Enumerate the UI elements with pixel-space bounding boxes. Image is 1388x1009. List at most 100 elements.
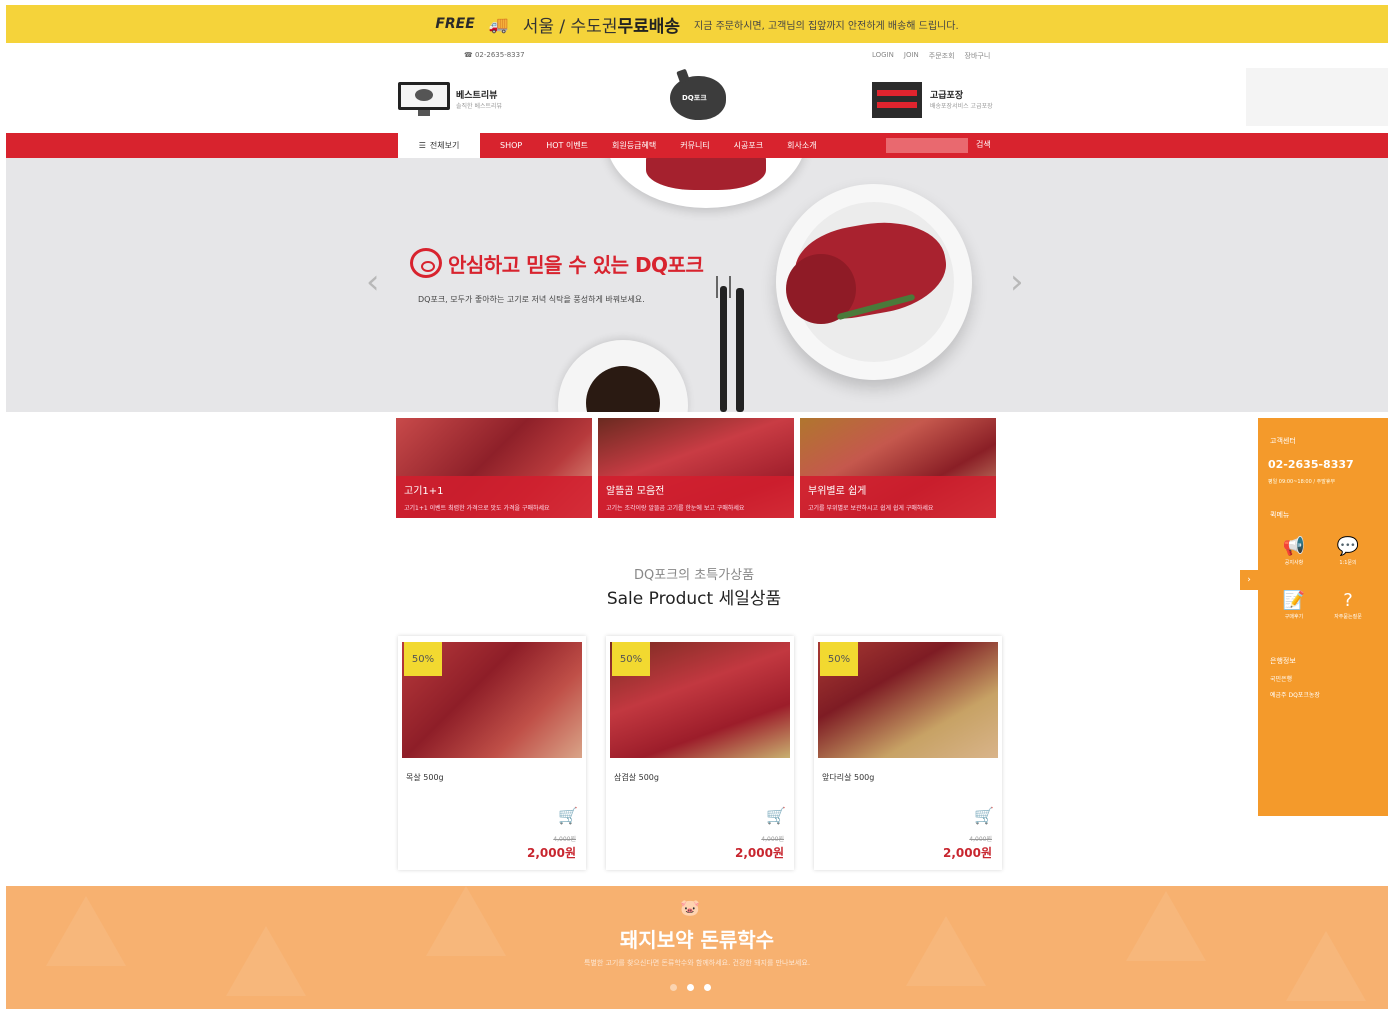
- slider-dot[interactable]: [704, 984, 711, 991]
- hero-title-wrap: 안심하고 믿을 수 있는 DQ포크: [410, 248, 704, 278]
- faq-button[interactable]: ? 자주묻는질문: [1322, 590, 1374, 630]
- meat-icon: [415, 89, 433, 101]
- free-shipping-banner: FREE 🚚 서울 / 수도권무료배송 지금 주문하시면, 고객님의 집앞까지 …: [6, 5, 1388, 43]
- coffee: [586, 366, 660, 412]
- sale-price: 2,000원: [943, 846, 992, 860]
- area-prefix: 서울 / 수도권: [522, 16, 618, 37]
- fork-image: [720, 286, 727, 412]
- bottom-banner: 🐷 돼지보약 돈류학수 특별한 고기를 찾으신다면 돈류학수와 함께하세요. 건…: [6, 886, 1388, 1009]
- product-card[interactable]: 50% 삼겹살 500g 🛒 4,000원 2,000원: [606, 636, 794, 870]
- search-input[interactable]: [886, 138, 968, 153]
- category-desc: 고기1+1 이벤트 최렴한 가격으로 맛도 가격을 구매하세요: [404, 505, 550, 512]
- all-menu-button[interactable]: ☰ 전체보기: [398, 133, 480, 158]
- product-name[interactable]: 목살 500g: [406, 772, 444, 783]
- category-title: 알뜰곰 모음전: [606, 486, 665, 497]
- sale-price: 2,000원: [735, 846, 784, 860]
- slider-dot[interactable]: [687, 984, 694, 991]
- coffee-cup-image: [558, 340, 688, 412]
- shipping-area: 서울 / 수도권무료배송: [523, 12, 680, 37]
- category-tile[interactable]: 고기1+1 고기1+1 이벤트 최렴한 가격으로 맛도 가격을 구매하세요: [396, 418, 592, 518]
- plate-image: [606, 158, 806, 208]
- cart-link[interactable]: 장바구니: [965, 51, 991, 61]
- cs-phone: 02-2635-8337: [1268, 458, 1354, 471]
- quick-sidebar: 고객센터 02-2635-8337 평일 09:00~18:00 / 주말휴무 …: [1258, 418, 1388, 816]
- nav-items: SHOP HOT 이벤트 회원등급혜택 커뮤니티 시공포크 회사소개: [500, 133, 817, 158]
- hero-title: 안심하고 믿을 수 있는 DQ포크: [448, 252, 704, 277]
- slider-next-icon[interactable]: ›: [1010, 262, 1024, 302]
- chat-icon: 💬: [1336, 536, 1360, 557]
- notice-button[interactable]: 📢 공지사항: [1268, 536, 1320, 576]
- login-link[interactable]: LOGIN: [872, 51, 894, 61]
- pig-icon: [410, 248, 442, 278]
- cart-icon[interactable]: 🛒: [766, 806, 786, 825]
- utility-bar: ☎ 02-2635-8337 LOGIN JOIN 주문조회 장바구니: [6, 45, 1388, 67]
- category-overlay: 알뜰곰 모음전 고기는 조각이랑 알뜰곰 고기를 한눈에 보고 구매하세요: [598, 476, 794, 518]
- sidebar-toggle[interactable]: ›: [1240, 570, 1258, 590]
- cart-icon[interactable]: 🛒: [558, 806, 578, 825]
- inquiry-label: 1:1문의: [1339, 560, 1357, 566]
- quick-label: 퀵메뉴: [1270, 511, 1290, 519]
- sale-subtitle: DQ포크의 초특가상품: [633, 568, 755, 583]
- order-lookup-link[interactable]: 주문조회: [929, 51, 955, 61]
- category-tile[interactable]: 부위별로 쉽게 고기를 부위별로 보관하시고 쉽게 쉽게 구매하세요: [800, 418, 996, 518]
- hamburger-icon: ☰: [418, 141, 426, 150]
- slider-dots: [670, 984, 711, 991]
- category-title: 부위별로 쉽게: [808, 486, 867, 497]
- promo-stripe: [877, 102, 917, 108]
- nav-item-hot-event[interactable]: HOT 이벤트: [546, 140, 588, 151]
- nav-item-community[interactable]: 커뮤니티: [680, 140, 709, 151]
- truck-icon: 🚚: [488, 14, 509, 34]
- premium-pack-icon[interactable]: [872, 82, 922, 118]
- plate-image: [776, 184, 972, 380]
- slider-prev-icon[interactable]: ‹: [366, 262, 380, 302]
- discount-badge: 50%: [820, 642, 858, 676]
- hero-subtitle: DQ포크, 모두가 좋아하는 고기로 저녁 식탁을 풍성하게 바꿔보세요.: [418, 295, 645, 304]
- cs-label: 고객센터: [1270, 437, 1296, 445]
- sale-title: Sale Product 세일상품: [606, 589, 782, 609]
- review-button[interactable]: 📝 구매후기: [1268, 590, 1320, 630]
- inquiry-button[interactable]: 💬 1:1문의: [1322, 536, 1374, 576]
- free-label: FREE: [435, 16, 475, 32]
- slider-dot[interactable]: [670, 984, 677, 991]
- search-button[interactable]: 검색: [976, 139, 991, 150]
- nav-item-about[interactable]: 회사소개: [787, 140, 816, 151]
- best-review-title[interactable]: 베스트리뷰: [456, 88, 497, 101]
- join-link[interactable]: JOIN: [904, 51, 919, 61]
- bottom-title: 돼지보약 돈류학수: [619, 928, 775, 952]
- product-card[interactable]: 50% 앞다리살 500g 🛒 4,000원 2,000원: [814, 636, 1002, 870]
- main-nav: ☰ 전체보기 SHOP HOT 이벤트 회원등급혜택 커뮤니티 시공포크 회사소…: [6, 133, 1388, 158]
- premium-title[interactable]: 고급포장: [930, 88, 963, 101]
- nav-item-membership[interactable]: 회원등급혜택: [612, 140, 656, 151]
- bank-name: 국민은행: [1270, 676, 1293, 683]
- original-price: 4,000원: [761, 836, 784, 843]
- hero-banner: 안심하고 믿을 수 있는 DQ포크 DQ포크, 모두가 좋아하는 고기로 저녁 …: [6, 158, 1388, 412]
- category-desc: 고기를 부위별로 보관하시고 쉽게 쉽게 구매하세요: [808, 505, 934, 512]
- knife-image: [736, 288, 744, 412]
- util-links: LOGIN JOIN 주문조회 장바구니: [872, 51, 990, 61]
- sale-price: 2,000원: [527, 846, 576, 860]
- best-review-sub: 솔직한 베스트리뷰: [456, 103, 503, 110]
- bottom-subtitle: 특별한 고기를 찾으신다면 돈류학수와 함께하세요. 건강한 돼지를 만나보세요…: [583, 959, 811, 967]
- all-menu-label: 전체보기: [429, 141, 460, 150]
- header-side-panel: [1246, 68, 1388, 126]
- product-name[interactable]: 앞다리살 500g: [822, 772, 874, 783]
- category-overlay: 부위별로 쉽게 고기를 부위별로 보관하시고 쉽게 쉽게 구매하세요: [800, 476, 996, 518]
- pig-icon: 🐷: [680, 898, 700, 917]
- category-tiles: 고기1+1 고기1+1 이벤트 최렴한 가격으로 맛도 가격을 구매하세요 알뜰…: [396, 418, 996, 518]
- product-name[interactable]: 삼겹살 500g: [614, 772, 659, 783]
- category-tile[interactable]: 알뜰곰 모음전 고기는 조각이랑 알뜰곰 고기를 한눈에 보고 구매하세요: [598, 418, 794, 518]
- product-list: 50% 목살 500g 🛒 4,000원 2,000원 50% 삼겹살 500g…: [398, 636, 1002, 870]
- nav-item-shop[interactable]: SHOP: [500, 141, 522, 150]
- pig-logo[interactable]: DQ포크: [670, 68, 726, 120]
- meat-image: [646, 158, 766, 190]
- brand-name: DQ포크: [682, 94, 707, 102]
- product-card[interactable]: 50% 목살 500g 🛒 4,000원 2,000원: [398, 636, 586, 870]
- cs-hours: 평일 09:00~18:00 / 주말휴무: [1268, 479, 1336, 485]
- discount-badge: 50%: [612, 642, 650, 676]
- tv-stand: [418, 110, 430, 116]
- best-review-icon[interactable]: [398, 82, 450, 110]
- area-bold: 무료배송: [617, 16, 681, 37]
- nav-item-pork[interactable]: 시공포크: [734, 140, 763, 151]
- category-desc: 고기는 조각이랑 알뜰곰 고기를 한눈에 보고 구매하세요: [606, 505, 745, 512]
- cart-icon[interactable]: 🛒: [974, 806, 994, 825]
